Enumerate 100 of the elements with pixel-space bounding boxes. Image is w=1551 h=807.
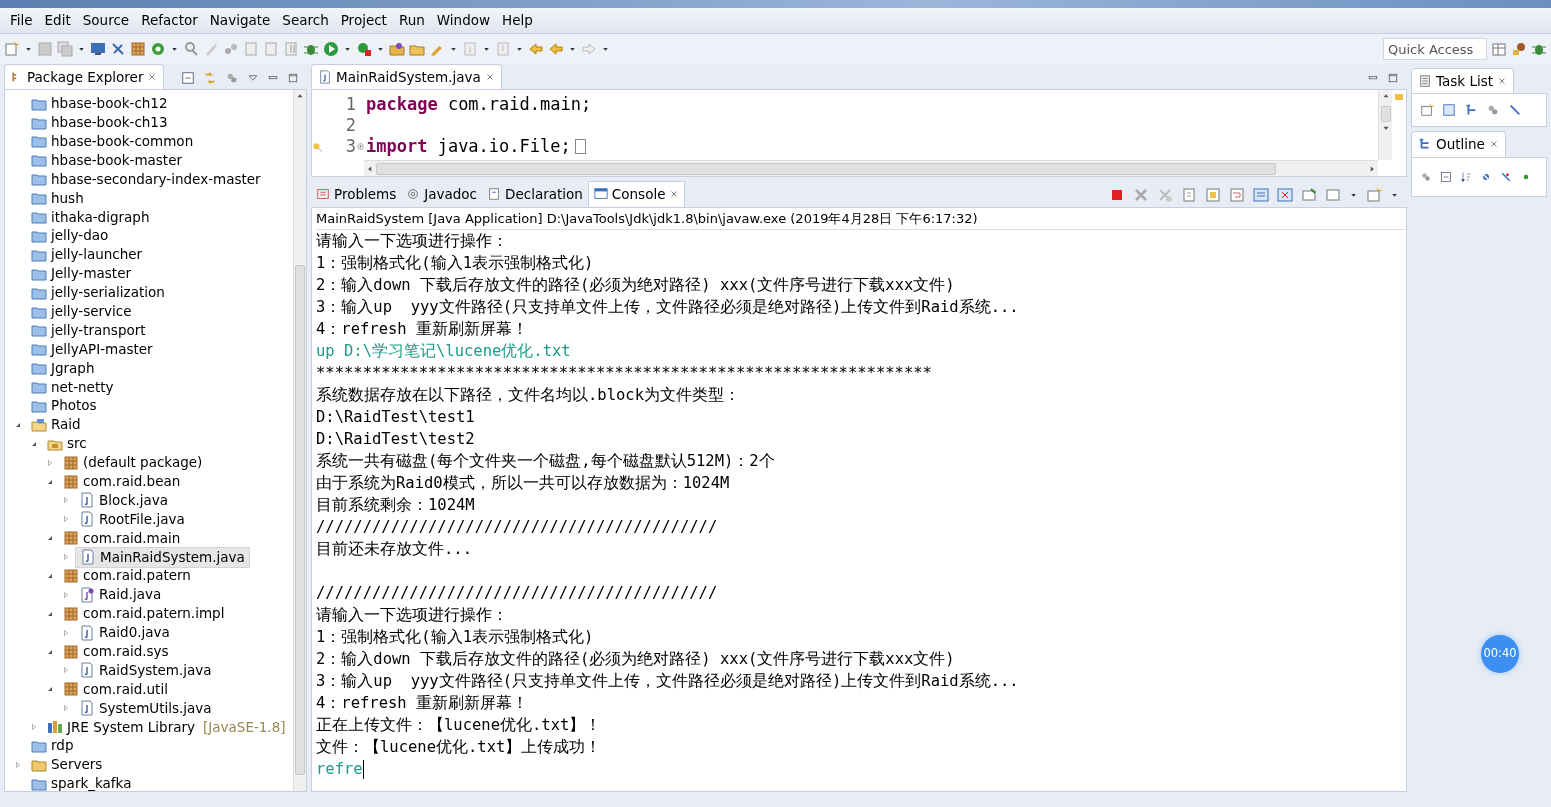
collapsed-arrow-icon[interactable] xyxy=(62,552,70,563)
link-editor-icon[interactable] xyxy=(203,71,217,86)
tree-item[interactable]: hbase-secondary-index-master xyxy=(27,169,265,189)
tree-item[interactable]: net-netty xyxy=(27,377,118,397)
new-task-icon[interactable] xyxy=(1420,103,1434,118)
menu-item[interactable]: Run xyxy=(392,10,431,31)
folded-code-marker[interactable] xyxy=(574,139,586,155)
collapse-all-icon[interactable] xyxy=(181,71,195,86)
menu-item[interactable]: Window xyxy=(430,10,497,31)
tree-item[interactable]: com.raid.main xyxy=(59,528,185,548)
view-tab[interactable]: Javadoc xyxy=(401,182,482,207)
editor-tab[interactable]: MainRaidSystem.java xyxy=(311,64,502,90)
tree-item[interactable]: Raid0.java xyxy=(75,623,174,643)
collapsed-arrow-icon[interactable] xyxy=(62,627,70,638)
show-on-error-icon[interactable] xyxy=(1277,186,1293,203)
tree-item[interactable]: jelly-serialization xyxy=(27,283,169,303)
collapsed-arrow-icon[interactable] xyxy=(14,759,22,770)
tree-item[interactable]: com.raid.util xyxy=(59,679,172,699)
tree-item[interactable]: Jgraph xyxy=(27,358,99,378)
run-tool-icon[interactable] xyxy=(356,41,372,57)
tree-item[interactable]: SystemUtils.java xyxy=(75,698,216,718)
tree-item[interactable]: src xyxy=(43,434,91,454)
tree-item[interactable]: spark_kafka xyxy=(27,774,136,791)
tree-item[interactable]: jelly-transport xyxy=(27,320,150,340)
tree-item[interactable]: com.raid.sys xyxy=(59,642,173,662)
package-icon[interactable] xyxy=(130,41,146,57)
view-tab[interactable]: Outline xyxy=(1411,131,1506,157)
tree-item[interactable]: hbase-book-ch13 xyxy=(27,113,172,133)
pin-console-icon[interactable] xyxy=(1301,186,1317,203)
menu-item[interactable]: Navigate xyxy=(203,10,277,31)
categorize-icon[interactable] xyxy=(1442,103,1456,118)
package-explorer-tab[interactable]: Package Explorer xyxy=(4,64,165,90)
tree-item[interactable]: MainRaidSystem.java xyxy=(75,546,250,568)
hide-icon[interactable] xyxy=(1508,103,1522,118)
scrollbar-thumb[interactable] xyxy=(295,265,305,776)
tree-item[interactable]: hush xyxy=(27,188,88,208)
tree-item[interactable]: jelly-dao xyxy=(27,226,113,246)
horizontal-scrollbar[interactable] xyxy=(364,160,1378,177)
open-folder-icon[interactable] xyxy=(389,41,405,57)
quick-access-field[interactable]: Quick Access xyxy=(1383,38,1487,60)
open-perspective-icon[interactable] xyxy=(1491,41,1507,57)
fold-expand-icon[interactable] xyxy=(356,142,365,152)
menu-item[interactable]: Project xyxy=(334,10,393,31)
remove-launch-icon[interactable] xyxy=(1133,186,1149,203)
collapsed-arrow-icon[interactable] xyxy=(62,589,70,600)
collapsed-arrow-icon[interactable] xyxy=(30,722,38,733)
sort-icon[interactable] xyxy=(1460,170,1472,183)
tree-item[interactable]: com.raid.patern xyxy=(59,566,195,586)
tree-item[interactable]: rdp xyxy=(27,736,78,756)
tree-item[interactable]: Photos xyxy=(27,396,101,416)
view-tab[interactable]: Declaration xyxy=(482,182,588,207)
view-tab[interactable]: Problems xyxy=(311,182,402,207)
scrollbar-thumb[interactable] xyxy=(1380,106,1391,123)
link-icon[interactable] xyxy=(223,41,239,57)
collapsed-arrow-icon[interactable] xyxy=(62,495,70,506)
tree-item[interactable]: Block.java xyxy=(75,490,173,510)
collapse-all-icon[interactable] xyxy=(1440,170,1452,183)
tree-item[interactable]: hbase-book-ch12 xyxy=(27,94,172,114)
tree-item[interactable]: JRE System Library xyxy=(43,717,200,737)
vertical-scrollbar[interactable] xyxy=(1378,90,1392,161)
menu-item[interactable]: Edit xyxy=(38,10,77,31)
tree-item[interactable]: hbase-book-master xyxy=(27,150,186,170)
run-icon[interactable] xyxy=(323,41,339,57)
tree-item[interactable]: com.raid.bean xyxy=(59,472,185,491)
menu-item[interactable]: Source xyxy=(76,10,136,31)
tree-item[interactable]: hbase-book-common xyxy=(27,132,198,151)
menu-item[interactable]: Help xyxy=(496,10,539,31)
tree-item[interactable]: jelly-service xyxy=(27,302,136,321)
collapsed-arrow-icon[interactable] xyxy=(62,665,70,676)
view-tab[interactable]: Task List xyxy=(1411,68,1515,94)
tree-item[interactable]: Raid.java xyxy=(75,585,166,605)
tree-item[interactable]: jelly-launcher xyxy=(27,245,147,265)
menu-item[interactable]: File xyxy=(4,10,39,31)
menu-item[interactable]: Search xyxy=(276,10,335,31)
tree-item[interactable]: ithaka-digraph xyxy=(27,207,154,227)
tree-item[interactable]: RootFile.java xyxy=(75,509,189,529)
tree-item[interactable]: Jelly-master xyxy=(27,264,136,284)
show-on-output-icon[interactable] xyxy=(1253,186,1269,203)
scroll-lock-icon[interactable] xyxy=(1205,186,1221,203)
hide-static-icon[interactable] xyxy=(1500,170,1512,183)
menu-item[interactable]: Refactor xyxy=(135,10,204,31)
tree-item[interactable]: JellyAPI-master xyxy=(27,339,157,359)
tree-item[interactable]: Servers xyxy=(27,755,107,775)
new-console-icon[interactable] xyxy=(1366,186,1382,203)
tree-item[interactable]: Raid xyxy=(27,415,85,435)
monitor-icon[interactable] xyxy=(90,41,106,57)
tree-item[interactable]: com.raid.patern.impl xyxy=(59,604,229,624)
collapsed-arrow-icon[interactable] xyxy=(46,457,54,468)
tree-item[interactable]: (default package) xyxy=(59,453,207,473)
collapsed-arrow-icon[interactable] xyxy=(62,514,70,525)
collapsed-arrow-icon[interactable] xyxy=(62,703,70,714)
filter-icon[interactable] xyxy=(1420,170,1432,183)
clear-console-icon[interactable] xyxy=(1181,186,1197,203)
vertical-scrollbar[interactable] xyxy=(293,90,306,791)
java-ee-perspective-icon[interactable] xyxy=(1511,41,1527,57)
display-console-icon[interactable] xyxy=(1325,186,1341,203)
tree-item[interactable]: RaidSystem.java xyxy=(75,660,216,680)
scrollbar-thumb[interactable] xyxy=(376,162,1276,175)
view-tab[interactable]: Console xyxy=(587,181,686,207)
word-wrap-icon[interactable] xyxy=(1229,186,1245,203)
